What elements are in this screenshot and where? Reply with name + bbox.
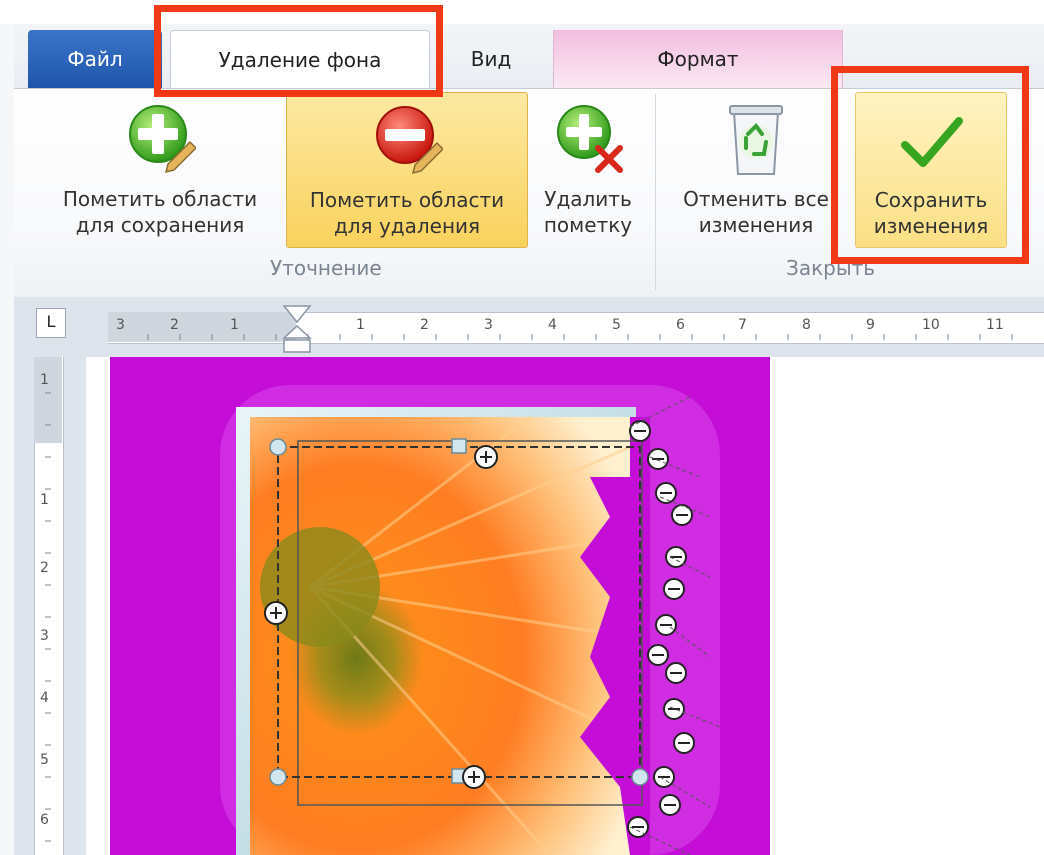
mark-remove-label-line1: Пометить области (309, 188, 505, 212)
plus-delete-icon (557, 105, 623, 173)
plus-pencil-icon (129, 105, 196, 174)
background-removal-picture[interactable] (110, 357, 770, 855)
tab-selector-button[interactable]: L (36, 308, 66, 338)
mark-areas-to-remove-button[interactable]: Пометить области для удаления (286, 92, 528, 248)
highlight-box-tab (154, 5, 443, 97)
tab-view[interactable]: Вид (432, 30, 550, 88)
tab-format[interactable]: Формат (553, 30, 843, 88)
discard-label-line1: Отменить все (683, 187, 829, 211)
ribbon-group-separator (655, 94, 656, 290)
minus-pencil-icon (376, 106, 443, 175)
horizontal-ruler-ticks (147, 334, 1013, 340)
delete-mark-label-line2: пометку (543, 213, 633, 237)
mark-keep-label-line2: для сохранения (75, 213, 245, 237)
mark-remove-label-line2: для удаления (333, 214, 481, 238)
discard-all-changes-button[interactable]: Отменить все изменения (666, 92, 846, 248)
tab-file[interactable]: Файл (28, 30, 162, 88)
group-label-refine: Уточнение (270, 256, 382, 280)
discard-label-line2: изменения (698, 213, 814, 237)
vertical-ruler-ticks (45, 392, 51, 842)
mark-areas-to-keep-button[interactable]: Пометить области для сохранения (34, 92, 286, 248)
highlight-box-save (831, 66, 1029, 264)
delete-mark-label-line1: Удалить (544, 187, 632, 211)
window-left-edge (0, 24, 15, 855)
recycle-bin-icon (729, 105, 783, 175)
mark-keep-label-line1: Пометить области (62, 187, 258, 211)
delete-mark-button[interactable]: Удалить пометку (530, 92, 646, 248)
